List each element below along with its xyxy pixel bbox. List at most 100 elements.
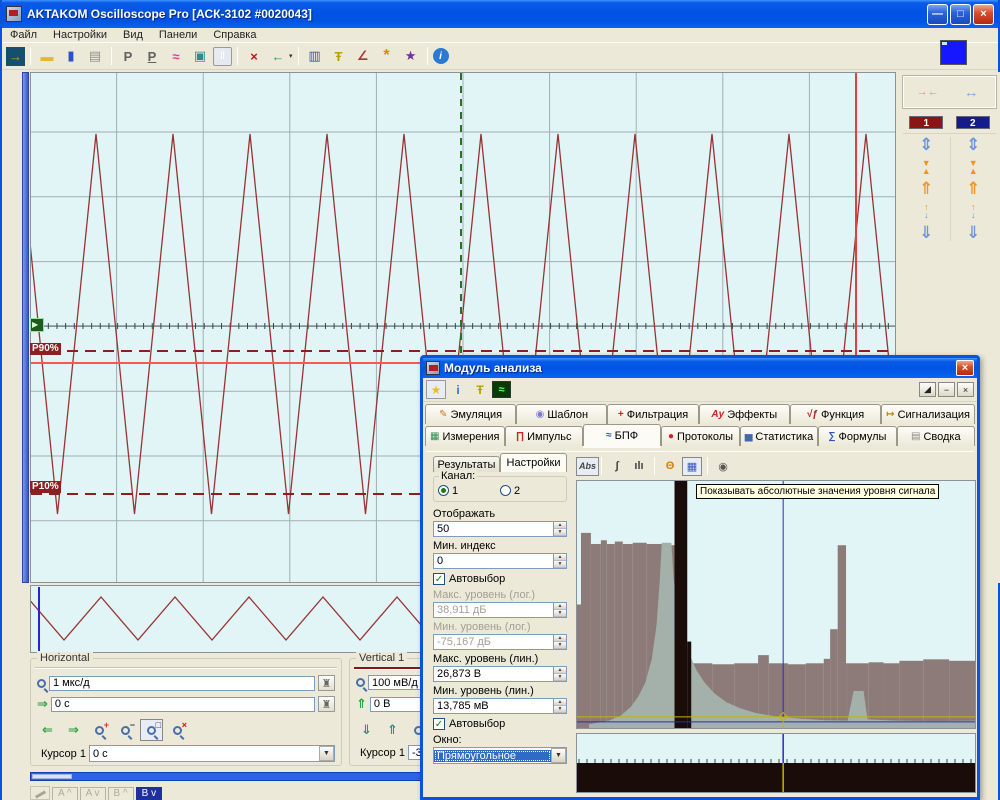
h-cursor-combo[interactable]: 0 с ▼ — [89, 745, 335, 762]
table-view-icon[interactable]: ▦ — [682, 457, 702, 476]
menu-help[interactable]: Справка — [213, 29, 256, 41]
tab-effects[interactable]: AyЭффекты — [699, 404, 790, 424]
scroll-left-button[interactable]: ⇐ — [36, 719, 59, 741]
search-icon[interactable]: * — [376, 45, 398, 67]
spin-down-icon[interactable]: ▼ — [554, 529, 566, 536]
spin-up-icon[interactable]: ▲ — [554, 554, 566, 561]
zoom-region-button[interactable]: □ — [140, 719, 163, 741]
spin-down-icon[interactable]: ▼ — [554, 706, 566, 713]
zoom-in-button[interactable]: + — [88, 719, 111, 741]
channel-1-radio[interactable]: 1 — [438, 485, 500, 497]
shift-down-button[interactable]: ⇓ — [355, 719, 378, 741]
favorites-icon[interactable]: ★ — [426, 380, 446, 399]
tab-alarm[interactable]: ↦Сигнализация — [881, 404, 975, 424]
min-lin-spinner[interactable]: 13,785 мВ ▲▼ — [433, 698, 567, 714]
tab-protocols[interactable]: ●Протоколы — [661, 426, 739, 446]
fft-canvas[interactable] — [577, 481, 975, 728]
tab-pulse[interactable]: ∏Импульс — [505, 426, 583, 446]
close-button[interactable]: × — [957, 382, 974, 397]
copy-page-icon[interactable]: P — [117, 45, 139, 67]
zoom-out-button[interactable]: − — [114, 719, 137, 741]
time-offset-field[interactable]: 0 с — [51, 697, 315, 712]
p10-cursor-label[interactable]: P10% — [30, 481, 61, 493]
spin-down-icon[interactable]: ▼ — [554, 642, 566, 649]
save-icon[interactable]: ▮ — [60, 45, 82, 67]
menu-file[interactable]: Файл — [10, 29, 37, 41]
shift-up-button[interactable]: ⇑ — [381, 719, 404, 741]
tab-a-down[interactable]: A v — [80, 787, 106, 800]
spin-down-icon[interactable]: ▼ — [554, 674, 566, 681]
ch2-fine-shift-buttons[interactable]: ↑↓ — [971, 203, 976, 219]
tab-fft[interactable]: ≈БПФ — [583, 424, 661, 446]
fft-preview-strip[interactable] — [576, 733, 976, 793]
ch2-shift-up-button[interactable]: ⇑ — [966, 181, 980, 197]
dock-button[interactable]: ◢ — [919, 382, 936, 397]
p90-cursor-label[interactable]: P90% — [30, 343, 61, 355]
minimize-button[interactable]: — — [927, 4, 948, 25]
trigger-marker[interactable]: ▶ — [30, 318, 44, 332]
channel-1-button[interactable]: 1 — [909, 116, 943, 129]
tab-summary[interactable]: ▤Сводка — [897, 426, 975, 446]
measure-icon[interactable]: Ŧ — [470, 380, 490, 399]
close-button[interactable]: × — [973, 4, 994, 25]
minimize-button[interactable]: − — [938, 382, 955, 397]
spin-up-icon[interactable]: ▲ — [554, 635, 566, 642]
zoom-reset-button[interactable]: × — [166, 719, 189, 741]
scrollbar-thumb[interactable] — [32, 774, 72, 779]
info-icon[interactable]: i — [448, 380, 468, 399]
exit-icon[interactable]: → — [6, 47, 25, 66]
tab-emulation[interactable]: ✎Эмуляция — [425, 404, 516, 424]
tab-function[interactable]: √ƒФункция — [790, 404, 881, 424]
fft-spectrum-display[interactable] — [576, 480, 976, 729]
channel-color-indicator[interactable] — [940, 40, 967, 65]
menu-settings[interactable]: Настройки — [53, 29, 107, 41]
timebase-field[interactable]: 1 мкс/д — [49, 676, 315, 691]
chevron-down-icon[interactable]: ▾ — [289, 52, 293, 60]
min-log-spinner[interactable]: -75,167 дБ ▲▼ — [433, 634, 567, 650]
tab-formulas[interactable]: ∑Формулы — [818, 426, 896, 446]
chevron-down-icon[interactable]: ▼ — [319, 746, 334, 761]
ch1-shift-down-button[interactable]: ⇓ — [919, 225, 933, 241]
abs-values-button[interactable]: Abs — [576, 457, 599, 476]
print-icon[interactable]: ▤ — [84, 45, 106, 67]
auto-offset-button[interactable]: ♜ — [318, 696, 335, 712]
ch1-compress-vertical-button[interactable]: ▼▲ — [922, 159, 931, 175]
ch2-expand-vertical-button[interactable]: ⇕ — [966, 137, 980, 153]
tab-template[interactable]: ◉Шаблон — [516, 404, 607, 424]
edit-icon[interactable] — [30, 786, 50, 800]
window-function-combo[interactable]: Прямоугольное ▼ — [433, 747, 567, 764]
max-lin-spinner[interactable]: 26,873 В ▲▼ — [433, 666, 567, 682]
copy-page-alt-icon[interactable]: P — [141, 45, 163, 67]
channel-2-radio[interactable]: 2 — [500, 485, 562, 497]
wizard-icon[interactable]: ★ — [400, 45, 422, 67]
ch2-compress-vertical-button[interactable]: ▼▲ — [969, 159, 978, 175]
spin-down-icon[interactable]: ▼ — [554, 610, 566, 617]
spin-up-icon[interactable]: ▲ — [554, 667, 566, 674]
waveform-export-icon[interactable]: ≈ — [165, 45, 187, 67]
maximize-button[interactable]: □ — [950, 4, 971, 25]
menu-panels[interactable]: Панели — [159, 29, 197, 41]
spin-up-icon[interactable]: ▲ — [554, 699, 566, 706]
tab-a-up[interactable]: A ^ — [52, 787, 78, 800]
ch1-fine-shift-buttons[interactable]: ↑↓ — [924, 203, 929, 219]
tab-statistics[interactable]: ▅Статистика — [740, 426, 818, 446]
fft-preview-canvas[interactable] — [577, 734, 975, 792]
autoselect-checkbox-2[interactable]: ✓ Автовыбор — [433, 718, 567, 730]
spin-up-icon[interactable]: ▲ — [554, 603, 566, 610]
snapshot-icon[interactable]: ◉ — [713, 457, 733, 476]
measure-tool-icon[interactable]: Ŧ — [328, 45, 350, 67]
menu-view[interactable]: Вид — [123, 29, 143, 41]
tab-measurements[interactable]: ▦Измерения — [425, 426, 505, 446]
clear-chart-icon[interactable]: × — [243, 45, 265, 67]
display-count-spinner[interactable]: 50 ▲▼ — [433, 521, 567, 537]
ch1-shift-up-button[interactable]: ⇑ — [919, 181, 933, 197]
min-index-spinner[interactable]: 0 ▲▼ — [433, 553, 567, 569]
clock-icon[interactable]: Θ — [660, 457, 680, 476]
scroll-right-button[interactable]: ⇒ — [62, 719, 85, 741]
autoselect-checkbox-1[interactable]: ✓ Автовыбор — [433, 573, 567, 585]
auto-timebase-button[interactable]: ♜ — [318, 675, 335, 691]
scope-screen-icon[interactable]: ≈ — [492, 381, 511, 398]
open-file-icon[interactable]: ▬ — [36, 45, 58, 67]
channel-2-button[interactable]: 2 — [956, 116, 990, 129]
log-scale-icon[interactable]: ∫ — [607, 457, 627, 476]
